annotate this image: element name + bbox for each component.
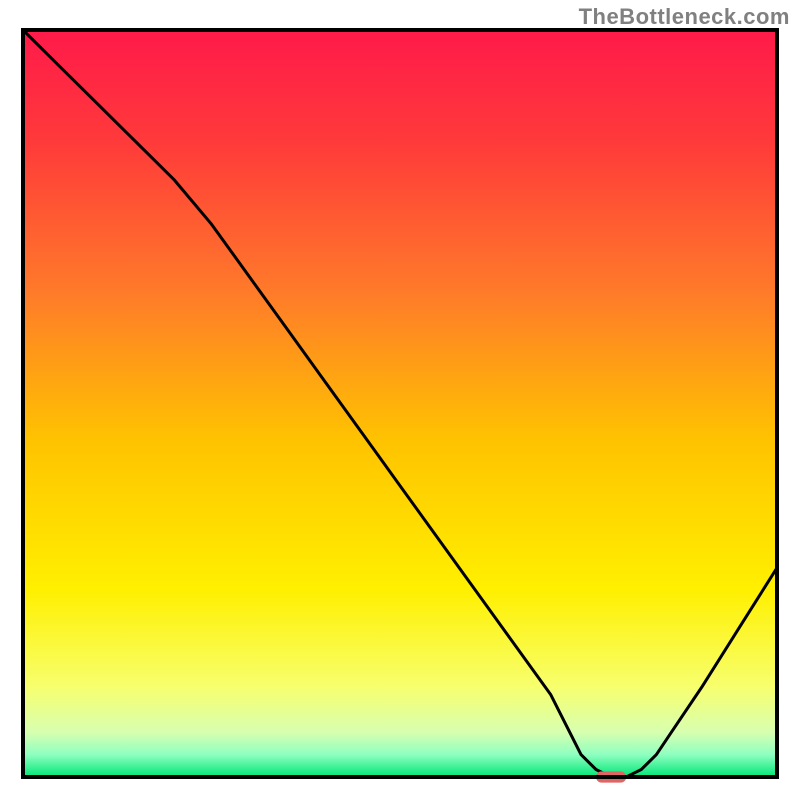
chart-root: TheBottleneck.com [0,0,800,800]
bottleneck-chart [0,0,800,800]
watermark-text: TheBottleneck.com [579,4,790,30]
